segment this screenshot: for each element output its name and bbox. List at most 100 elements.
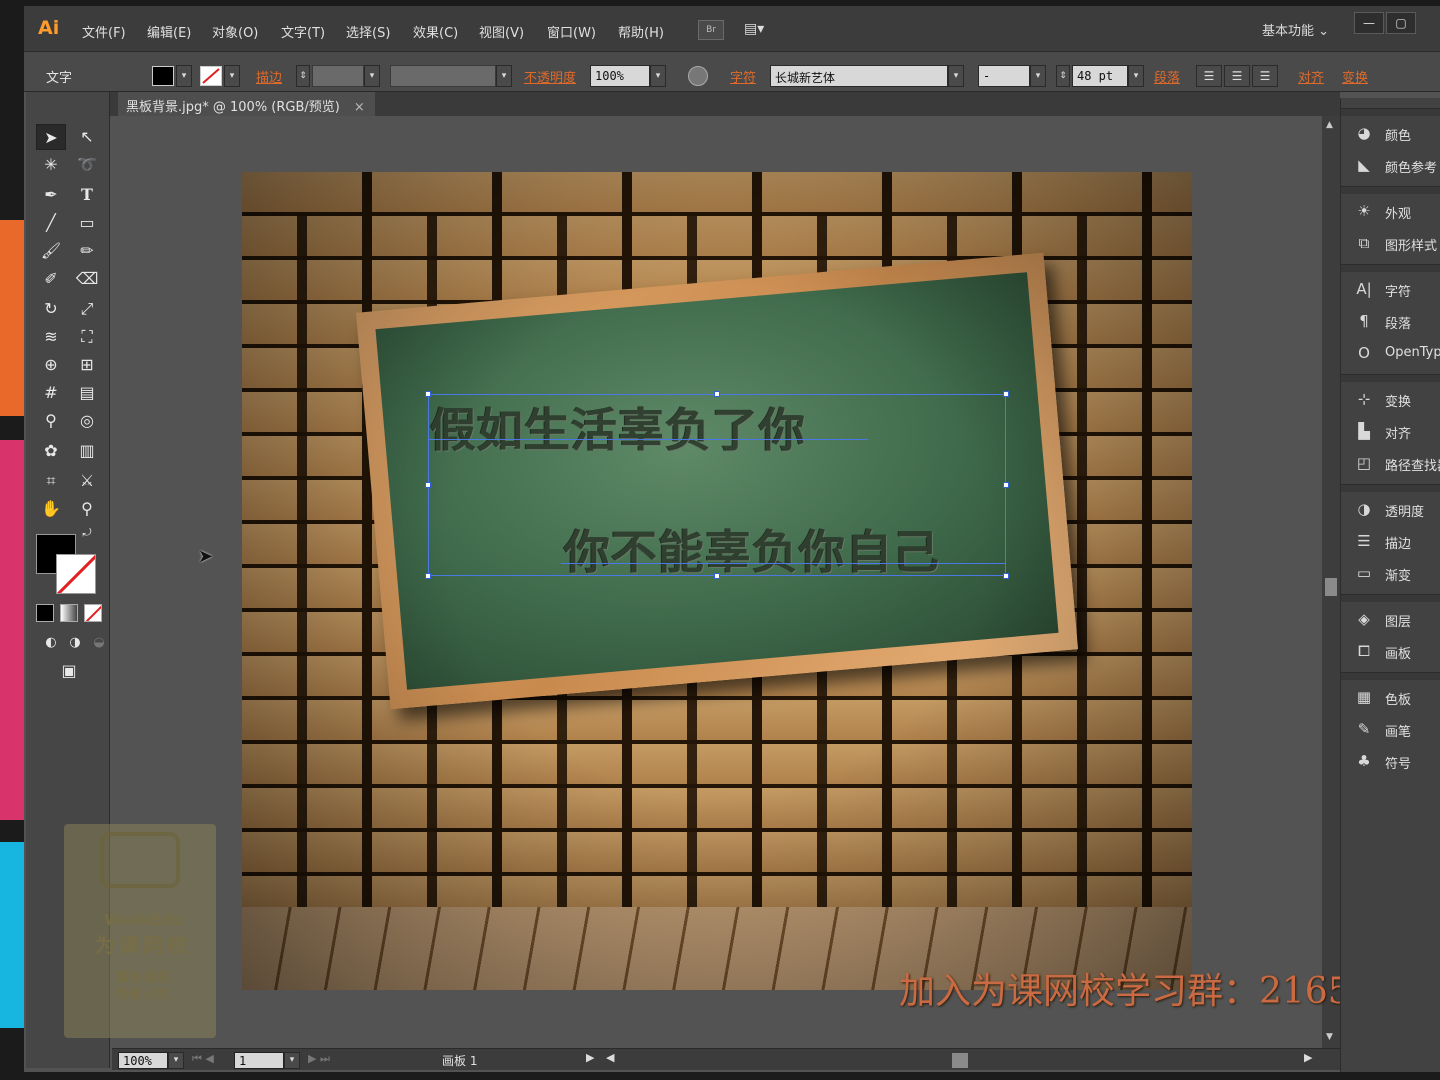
screen-mode-icon[interactable]: ▣	[54, 658, 84, 684]
vertical-scrollbar[interactable]: ▲ ▼	[1322, 116, 1340, 1048]
panel-item-palette[interactable]: ◕ 颜色	[1341, 118, 1440, 148]
paragraph-link[interactable]: 段落	[1154, 67, 1180, 86]
font-family-field[interactable]: 长城新艺体	[770, 65, 948, 87]
menu-object[interactable]: 对象(O)	[212, 22, 258, 41]
workspace-switcher[interactable]: 基本功能 ⌄	[1262, 20, 1329, 39]
align-left-button[interactable]: ☰	[1196, 65, 1222, 87]
handle-bottom-center[interactable]	[714, 573, 720, 579]
menu-edit[interactable]: 编辑(E)	[147, 22, 191, 41]
panel-item-stroke[interactable]: ☰ 描边	[1341, 526, 1440, 556]
panel-item-transform[interactable]: ⊹ 变换	[1341, 384, 1440, 414]
zoom-tool-icon[interactable]: ⚲	[72, 496, 102, 522]
blob-brush-tool-icon[interactable]: ✐	[36, 266, 66, 292]
pencil-tool-icon[interactable]: ✏	[72, 238, 102, 264]
panel-item-artboards[interactable]: ⧠ 画板	[1341, 636, 1440, 666]
variable-width-dropdown[interactable]: ▾	[496, 65, 512, 87]
panel-item-appearance[interactable]: ☀ 外观	[1341, 196, 1440, 226]
opacity-dropdown[interactable]: ▾	[650, 65, 666, 87]
panel-item-align[interactable]: ▙ 对齐	[1341, 416, 1440, 446]
text-selection-box[interactable]	[425, 391, 1009, 579]
bridge-button[interactable]: Br	[698, 20, 724, 40]
panel-item-swatches[interactable]: ▦ 色板	[1341, 682, 1440, 712]
magic-wand-tool-icon[interactable]: ✳	[36, 152, 66, 178]
stroke-weight-dropdown[interactable]: ▾	[364, 65, 380, 87]
font-family-dropdown[interactable]: ▾	[948, 65, 964, 87]
font-size-stepper[interactable]: ⇕	[1056, 65, 1070, 87]
symbol-sprayer-tool-icon[interactable]: ✿	[36, 438, 66, 464]
handle-middle-left[interactable]	[425, 482, 431, 488]
panel-item-opentype[interactable]: O OpenType	[1341, 338, 1440, 368]
scroll-up-icon[interactable]: ▲	[1326, 120, 1333, 130]
panel-group-separator[interactable]	[1341, 484, 1440, 492]
handle-middle-right[interactable]	[1003, 482, 1009, 488]
eyedropper-tool-icon[interactable]: ⚲	[36, 408, 66, 434]
direct-selection-tool-icon[interactable]: ↖	[72, 124, 102, 150]
pen-tool-icon[interactable]: ✒	[36, 182, 66, 208]
gradient-mode-button[interactable]	[60, 604, 78, 622]
warp-tool-icon[interactable]: ≋	[36, 324, 66, 350]
panel-item-layers[interactable]: ◈ 图层	[1341, 604, 1440, 634]
stroke-color-box[interactable]	[56, 554, 96, 594]
panel-item-pathfinder[interactable]: ◰ 路径查找器	[1341, 448, 1440, 478]
panel-item-symbols[interactable]: ♣ 符号	[1341, 746, 1440, 776]
panel-item-character[interactable]: A| 字符	[1341, 274, 1440, 304]
handle-bottom-right[interactable]	[1003, 573, 1009, 579]
opacity-field[interactable]: 100%	[590, 65, 650, 87]
menu-effect[interactable]: 效果(C)	[413, 22, 458, 41]
handle-top-right[interactable]	[1003, 391, 1009, 397]
first-artboard-icon[interactable]: ⏮ ◀	[192, 1052, 214, 1066]
restore-button[interactable]: ▢	[1386, 12, 1416, 34]
eraser-tool-icon[interactable]: ⌫	[72, 266, 102, 292]
menu-file[interactable]: 文件(F)	[82, 22, 126, 41]
document-tab[interactable]: 黑板背景.jpg* @ 100% (RGB/预览) ×	[118, 92, 375, 116]
menu-type[interactable]: 文字(T)	[281, 22, 325, 41]
panel-group-separator[interactable]	[1341, 108, 1440, 116]
column-graph-tool-icon[interactable]: ▥	[72, 438, 102, 464]
panel-item-graphic-styles[interactable]: ⧉ 图形样式	[1341, 228, 1440, 258]
variable-width-field[interactable]	[390, 65, 496, 87]
menu-window[interactable]: 窗口(W)	[547, 22, 596, 41]
artboard[interactable]: 假如生活辜负了你 你不能辜负你自己	[242, 172, 1192, 990]
stroke-swatch[interactable]	[200, 66, 222, 86]
character-link[interactable]: 字符	[730, 67, 756, 86]
selection-tool-icon[interactable]: ➤	[36, 124, 66, 150]
swap-colors-icon[interactable]: ⤾	[78, 524, 96, 542]
slice-tool-icon[interactable]: ⚔	[72, 468, 102, 494]
blend-tool-icon[interactable]: ◎	[72, 408, 102, 434]
zoom-field[interactable]: 100%	[118, 1052, 168, 1069]
font-size-dropdown[interactable]: ▾	[1128, 65, 1144, 87]
perspective-grid-tool-icon[interactable]: ⊞	[72, 352, 102, 378]
transform-link[interactable]: 变换	[1342, 67, 1368, 86]
stroke-link[interactable]: 描边	[256, 67, 282, 86]
font-size-field[interactable]: 48 pt	[1072, 65, 1128, 87]
canvas-area[interactable]: 假如生活辜负了你 你不能辜负你自己 ➤	[112, 116, 1322, 1048]
free-transform-tool-icon[interactable]: ⛶	[72, 324, 102, 350]
hand-tool-icon[interactable]: ✋	[36, 496, 66, 522]
panel-group-separator[interactable]	[1341, 672, 1440, 680]
scale-tool-icon[interactable]: ⤢	[72, 296, 102, 322]
fill-swatch[interactable]	[152, 66, 174, 86]
panel-group-separator[interactable]	[1341, 374, 1440, 382]
line-tool-icon[interactable]: ╱	[36, 210, 66, 236]
vertical-scroll-thumb[interactable]	[1325, 578, 1337, 596]
menu-select[interactable]: 选择(S)	[346, 22, 390, 41]
last-artboard-icon[interactable]: ▶ ⏭	[308, 1052, 330, 1066]
color-mode-button[interactable]	[36, 604, 54, 622]
align-link[interactable]: 对齐	[1298, 67, 1324, 86]
arrange-documents-button[interactable]: ▤▾	[744, 20, 780, 40]
artboard-tool-icon[interactable]: ⌗	[36, 468, 66, 494]
artboard-number-dropdown[interactable]: ▾	[284, 1052, 300, 1069]
stroke-dropdown[interactable]: ▾	[224, 65, 240, 87]
shape-builder-tool-icon[interactable]: ⊕	[36, 352, 66, 378]
panel-item-paragraph[interactable]: ¶ 段落	[1341, 306, 1440, 336]
artboard-number-field[interactable]: 1	[234, 1052, 284, 1069]
stroke-weight-field[interactable]	[312, 65, 364, 87]
stroke-weight-stepper[interactable]: ⇕	[296, 65, 310, 87]
panel-group-separator[interactable]	[1341, 186, 1440, 194]
align-right-button[interactable]: ☰	[1252, 65, 1278, 87]
font-style-field[interactable]: -	[978, 65, 1030, 87]
panel-item-transparency[interactable]: ◑ 透明度	[1341, 494, 1440, 524]
handle-top-center[interactable]	[714, 391, 720, 397]
menu-view[interactable]: 视图(V)	[479, 22, 524, 41]
status-menu-icon[interactable]: ▶	[586, 1051, 594, 1064]
